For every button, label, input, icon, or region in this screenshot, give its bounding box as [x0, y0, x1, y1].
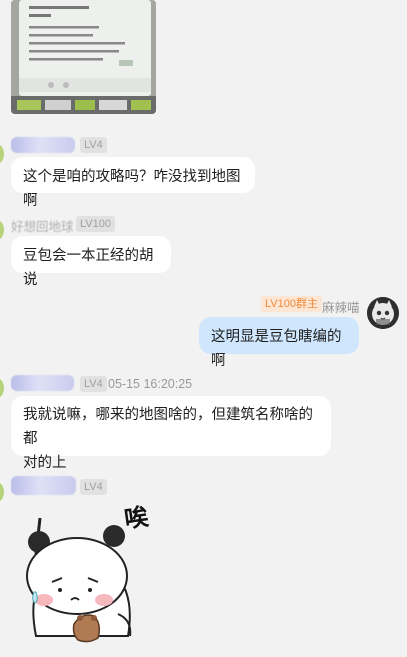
group-owner-badge: LV100群主 [261, 296, 322, 312]
sender-name-blurred[interactable] [11, 476, 76, 495]
message-text: 豆包会一本正经的胡说 [23, 248, 154, 288]
cat-avatar-icon [367, 297, 399, 329]
user-avatar[interactable] [0, 378, 4, 398]
user-avatar[interactable] [0, 144, 4, 164]
level-badge: LV4 [80, 479, 107, 495]
shared-screenshot-image[interactable] [11, 0, 156, 114]
self-avatar[interactable] [367, 297, 399, 329]
message-text-line-2: 对的上 [23, 455, 67, 471]
level-badge: LV100 [76, 216, 115, 232]
sender-name[interactable]: 麻辣喵 [322, 297, 360, 316]
message-bubble[interactable]: 豆包会一本正经的胡说 [11, 236, 171, 288]
sticker-image[interactable]: 唉 [22, 496, 162, 648]
user-avatar[interactable] [0, 220, 4, 240]
message-timestamp: 05-15 16:20:25 [108, 377, 193, 391]
screenshot-photo [11, 0, 156, 114]
level-badge: LV4 [80, 376, 107, 392]
message-text: 这明显是豆包瞎编的啊 [211, 329, 342, 369]
sender-name[interactable]: 好想回地球 [11, 216, 74, 235]
message-text: 这个是咱的攻略吗？咋没找到地图啊 [23, 169, 241, 209]
message-bubble[interactable]: 我就说嘛，哪来的地图啥的，但建筑名称啥的都 对的上 [11, 396, 331, 471]
sticker-caption: 唉 [122, 502, 151, 534]
level-badge: LV4 [80, 137, 107, 153]
message-bubble-self[interactable]: 这明显是豆包瞎编的啊 [199, 317, 359, 369]
message-bubble[interactable]: 这个是咱的攻略吗？咋没找到地图啊 [11, 157, 255, 209]
sender-name-blurred[interactable] [11, 137, 75, 153]
message-text-line-1: 我就说嘛，哪来的地图啥的，但建筑名称啥的都 [23, 407, 313, 447]
user-avatar[interactable] [0, 482, 4, 502]
sender-name-blurred[interactable] [11, 375, 74, 391]
